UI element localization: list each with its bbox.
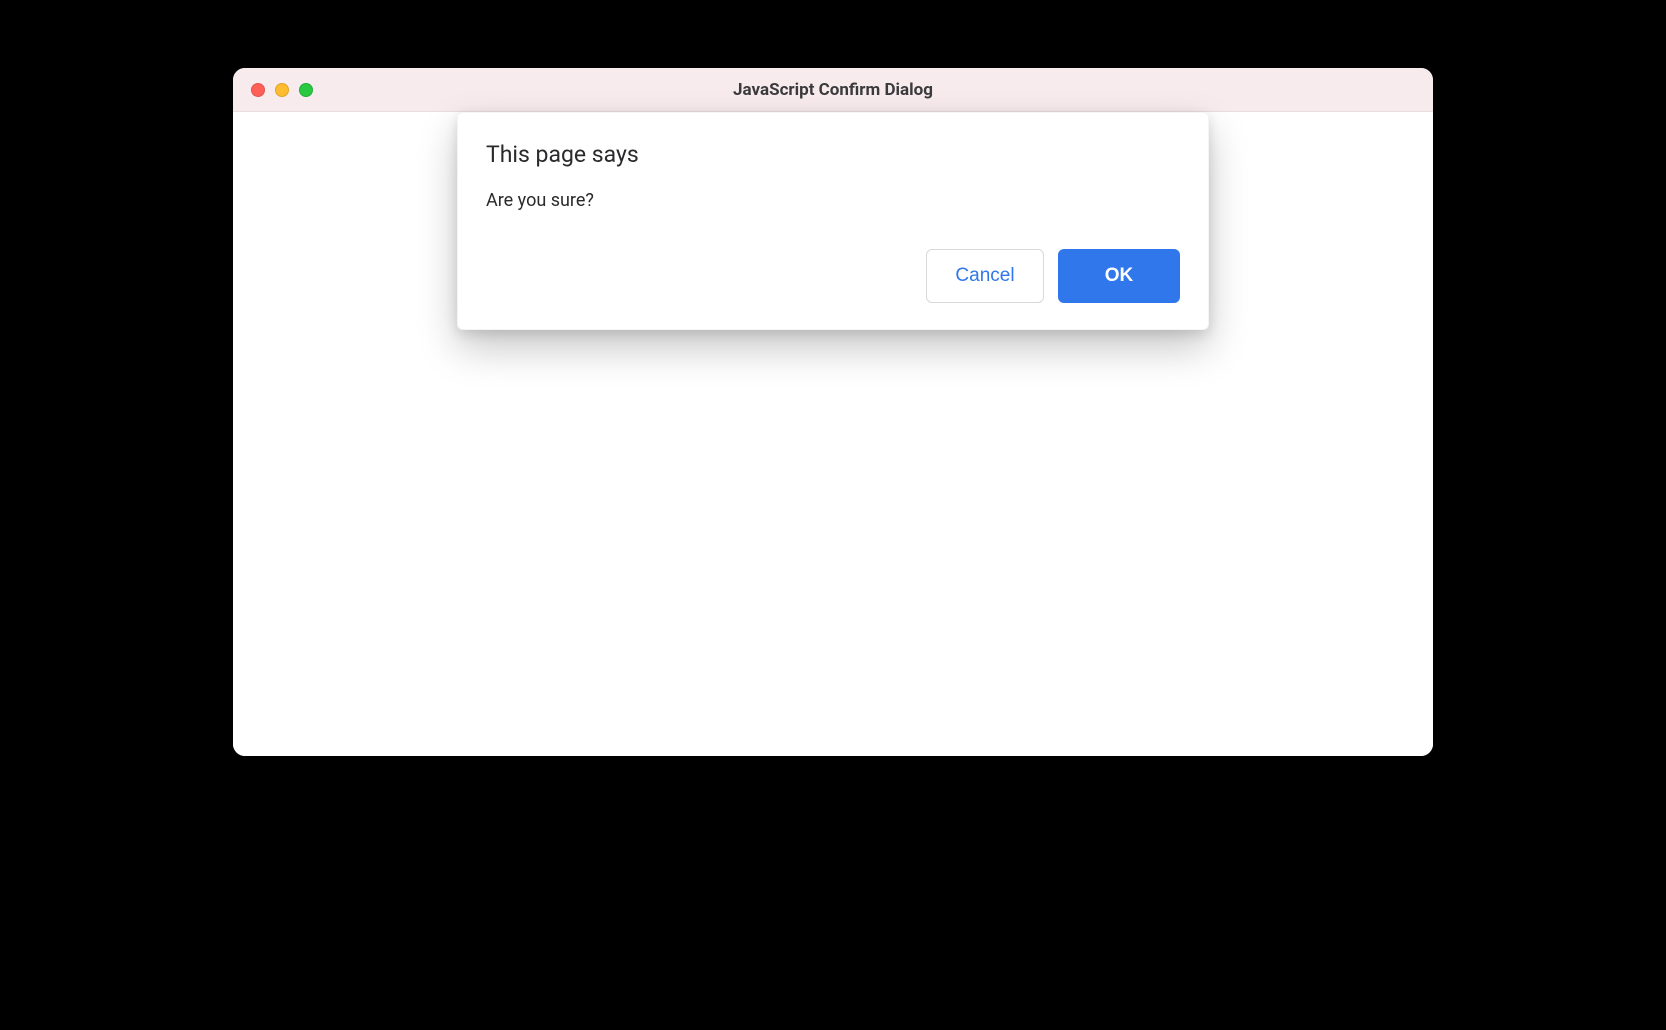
cancel-button[interactable]: Cancel [926,249,1044,303]
ok-button[interactable]: OK [1058,249,1180,303]
confirm-dialog: This page says Are you sure? Cancel OK [457,112,1209,330]
window-title: JavaScript Confirm Dialog [233,80,1433,100]
dialog-message: Are you sure? [486,190,1180,211]
application-window: JavaScript Confirm Dialog This page says… [233,68,1433,756]
dialog-heading: This page says [486,141,1180,168]
close-window-icon[interactable] [251,83,265,97]
window-body: This page says Are you sure? Cancel OK [233,112,1433,756]
minimize-window-icon[interactable] [275,83,289,97]
traffic-lights [251,83,313,97]
dialog-button-row: Cancel OK [486,249,1180,303]
title-bar: JavaScript Confirm Dialog [233,68,1433,112]
maximize-window-icon[interactable] [299,83,313,97]
